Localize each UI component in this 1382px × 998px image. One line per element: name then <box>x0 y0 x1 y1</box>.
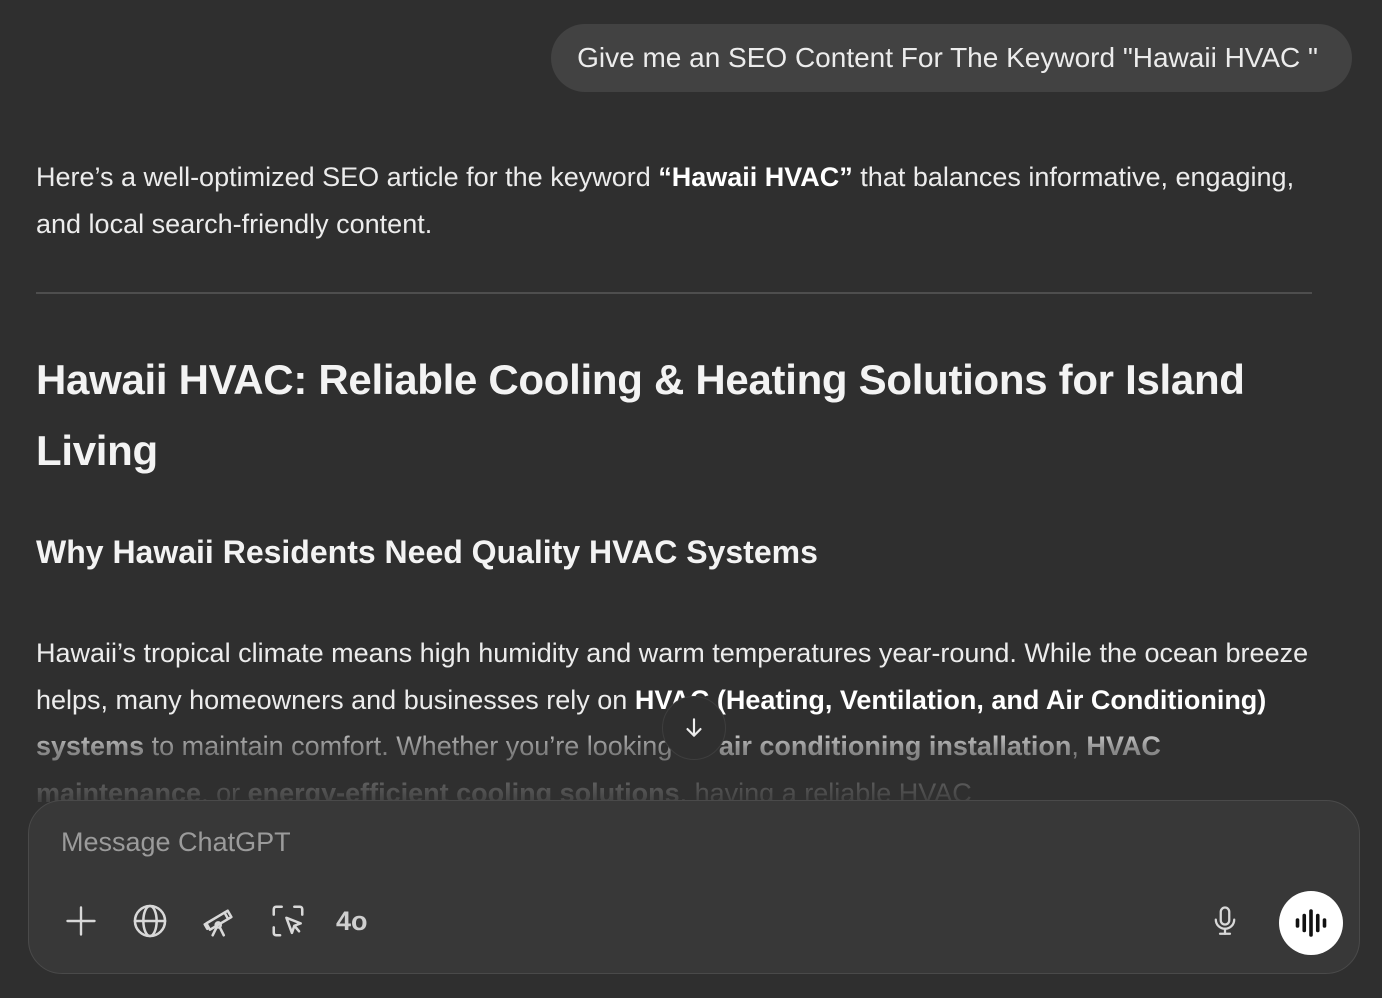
chat-view: Give me an SEO Content For The Keyword "… <box>0 0 1382 998</box>
scroll-to-bottom-button[interactable] <box>662 696 726 760</box>
attach-button[interactable] <box>53 893 109 949</box>
dictate-button[interactable] <box>1197 893 1253 949</box>
article-title: Hawaii HVAC: Reliable Cooling & Heating … <box>36 356 1245 474</box>
search-web-button[interactable] <box>122 893 178 949</box>
deep-research-button[interactable] <box>191 893 247 949</box>
canvas-select-button[interactable] <box>260 893 316 949</box>
horizontal-divider <box>36 292 1312 294</box>
message-input[interactable] <box>61 827 961 858</box>
voice-waveform-icon <box>1295 909 1327 937</box>
arrow-down-icon <box>686 718 702 737</box>
paragraph-text: , <box>1071 731 1087 761</box>
cursor-select-icon <box>272 905 304 937</box>
paragraph-text: to maintain comfort. Whether you’re look… <box>144 731 719 761</box>
plus-icon <box>66 906 96 936</box>
paragraph-bold-ac: air conditioning installation <box>718 731 1072 761</box>
globe-icon <box>133 904 167 938</box>
assistant-intro: Here’s a well-optimized SEO article for … <box>36 154 1326 248</box>
user-message-bubble: Give me an SEO Content For The Keyword "… <box>551 24 1352 92</box>
message-composer: 4o <box>28 800 1360 974</box>
microphone-icon <box>1214 906 1236 935</box>
user-message-text: Give me an SEO Content For The Keyword "… <box>577 42 1318 73</box>
intro-text: Here’s a well-optimized SEO article for … <box>36 162 659 192</box>
section-heading: Why Hawaii Residents Need Quality HVAC S… <box>36 534 818 570</box>
model-selector[interactable]: 4o <box>336 906 368 937</box>
intro-keyword: “Hawaii HVAC” <box>658 162 853 192</box>
telescope-icon <box>203 909 233 937</box>
voice-mode-button[interactable] <box>1279 891 1343 955</box>
